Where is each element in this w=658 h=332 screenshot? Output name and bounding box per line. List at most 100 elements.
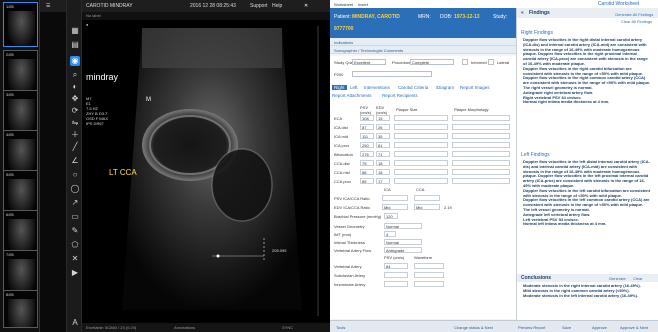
preview-report-button[interactable]: Preview Report xyxy=(518,325,545,330)
edv-input[interactable]: 81 xyxy=(376,142,390,148)
vertebral-flow-select[interactable]: Antegrade xyxy=(384,247,422,253)
innominate-waveform-select[interactable] xyxy=(414,281,444,287)
rectangle-icon[interactable]: ▭ xyxy=(70,212,80,222)
vessel-geometry-select[interactable]: Normal xyxy=(384,223,422,229)
psv-input[interactable]: 111 xyxy=(360,133,374,139)
ruler-icon[interactable]: ╱ xyxy=(70,142,80,152)
subclavian-waveform-select[interactable] xyxy=(414,272,444,278)
thumbnail[interactable]: 6/85 xyxy=(3,210,38,255)
plaque-morphology-select[interactable] xyxy=(452,151,510,157)
thumbnail[interactable]: 2/85 xyxy=(3,50,38,95)
series-label[interactable]: No label xyxy=(86,13,101,18)
brachial-input[interactable]: 120 xyxy=(384,213,398,219)
psv-ratio-ica[interactable] xyxy=(382,195,408,201)
vertebral-waveform-select[interactable] xyxy=(414,263,444,269)
study-quality-select[interactable]: Excellent xyxy=(352,59,386,65)
thumbnail[interactable]: 3/85 xyxy=(3,90,38,135)
edv-ratio-cca[interactable]: Mid xyxy=(414,204,440,210)
edv-input[interactable]: 71 xyxy=(376,151,390,157)
tab-interventions[interactable]: Interventions xyxy=(364,85,390,90)
lateral-checkbox[interactable] xyxy=(488,59,494,65)
pan-icon[interactable]: ✥ xyxy=(70,94,80,104)
thumbnail[interactable]: 5/85 xyxy=(3,170,38,215)
pointer-icon[interactable]: ◉ xyxy=(70,56,80,66)
tab-report-attachments[interactable]: Report Attachments xyxy=(332,93,372,98)
cine-icon[interactable]: ▶ xyxy=(70,268,80,278)
zoom-icon[interactable]: ⌕ xyxy=(70,70,80,80)
plaque-size-select[interactable] xyxy=(394,115,448,121)
intimal-select[interactable]: Normal xyxy=(384,239,422,245)
menu-worksheet[interactable]: Worksheet xyxy=(334,2,353,7)
edv-ratio-ica[interactable]: Mid xyxy=(382,204,408,210)
tab-report-images[interactable]: Report Images xyxy=(460,85,490,90)
flip-icon[interactable]: ⇋ xyxy=(70,118,80,128)
add-icon[interactable]: ＋ xyxy=(70,130,80,140)
plaque-morphology-select[interactable] xyxy=(452,115,510,121)
plaque-size-select[interactable] xyxy=(394,142,448,148)
imt-input[interactable]: 4 xyxy=(384,231,396,237)
plaque-size-select[interactable] xyxy=(394,169,448,175)
approve-button[interactable]: Approve xyxy=(592,325,607,330)
thumbnail[interactable]: 8/85 xyxy=(3,290,38,328)
layout-icon[interactable]: ▤ xyxy=(70,40,80,50)
thumbnail[interactable]: 1/85 xyxy=(3,2,38,47)
conclusions-list[interactable]: Moderate stenosis in the right internal … xyxy=(523,283,651,298)
thumbnail[interactable]: 7/85 xyxy=(3,250,38,295)
plaque-morphology-select[interactable] xyxy=(452,124,510,130)
p200-input[interactable] xyxy=(352,71,432,77)
plaque-morphology-select[interactable] xyxy=(452,142,510,148)
subclavian-psv-input[interactable] xyxy=(384,272,408,278)
erase-icon[interactable]: ✕ xyxy=(70,254,80,264)
frames-icon[interactable]: ▦ xyxy=(70,26,80,36)
innominate-psv-input[interactable] xyxy=(384,281,408,287)
indications-section[interactable]: Indications xyxy=(330,38,516,46)
arrow-icon[interactable]: ↗ xyxy=(70,198,80,208)
edv-input[interactable]: 18 xyxy=(376,169,390,175)
generate-button[interactable]: Generate xyxy=(609,276,626,281)
approve-next-button[interactable]: Approve & Next xyxy=(620,325,648,330)
psv-input[interactable]: 276 xyxy=(360,151,374,157)
plaque-morphology-select[interactable] xyxy=(452,178,510,184)
tab-left[interactable]: Left xyxy=(350,85,358,90)
edv-input[interactable]: 18 xyxy=(376,160,390,166)
tab-carotid-criteria[interactable]: Carotid Criteria xyxy=(398,85,428,90)
circle-icon[interactable]: ○ xyxy=(70,170,80,180)
text-icon[interactable]: A xyxy=(70,318,80,328)
left-findings-list[interactable]: Doppler flow velocities in the left dist… xyxy=(523,159,651,227)
close-icon[interactable]: ✕ xyxy=(304,3,308,9)
ellipse-icon[interactable]: ◯ xyxy=(70,184,80,194)
psv-input[interactable]: 85 xyxy=(360,178,374,184)
plaque-size-select[interactable] xyxy=(394,151,448,157)
contrast-icon[interactable]: ◐ xyxy=(70,82,80,92)
annotations-button[interactable]: Annotations xyxy=(174,325,195,330)
generate-all-button[interactable]: Generate All Findings xyxy=(615,12,653,17)
rotate-icon[interactable]: ⟳ xyxy=(70,106,80,116)
plaque-size-select[interactable] xyxy=(394,124,448,130)
informed-checkbox[interactable] xyxy=(462,59,468,65)
psv-input[interactable]: 75 xyxy=(360,160,374,166)
edv-input[interactable]: 15 xyxy=(376,115,390,121)
thumbnail[interactable]: 4/85 xyxy=(3,130,38,175)
menu-insert[interactable]: Insert xyxy=(358,2,368,7)
tools-button[interactable]: Tools xyxy=(336,325,345,330)
sync-button[interactable]: SYNC xyxy=(282,325,293,330)
angle-icon[interactable]: ∠ xyxy=(70,156,80,166)
psv-ratio-cca[interactable] xyxy=(414,195,440,201)
plaque-size-select[interactable] xyxy=(394,178,448,184)
freehand-icon[interactable]: ✎ xyxy=(70,226,80,236)
tab-report-recipients[interactable]: Report Recipients xyxy=(382,93,418,98)
support-link[interactable]: Support xyxy=(250,3,268,9)
psv-input[interactable]: 108 xyxy=(360,115,374,121)
right-findings-list[interactable]: Doppler flow velocities in the right dis… xyxy=(523,37,651,105)
tab-right[interactable]: Right xyxy=(332,85,347,90)
vertebral-psv-input[interactable]: 64 xyxy=(384,263,408,269)
plaque-morphology-select[interactable] xyxy=(452,133,510,139)
sonographer-section[interactable]: Sonographer / Technologist Comments xyxy=(330,46,516,54)
help-link[interactable]: Help xyxy=(272,3,282,9)
polygon-icon[interactable]: ⬠ xyxy=(70,240,80,250)
psv-input[interactable]: 88 xyxy=(360,169,374,175)
clear-button[interactable]: Clear xyxy=(633,276,643,281)
plaque-morphology-select[interactable] xyxy=(452,160,510,166)
findings-collapse-icon[interactable]: « xyxy=(521,10,524,16)
procedure-select[interactable]: Complete xyxy=(410,59,454,65)
